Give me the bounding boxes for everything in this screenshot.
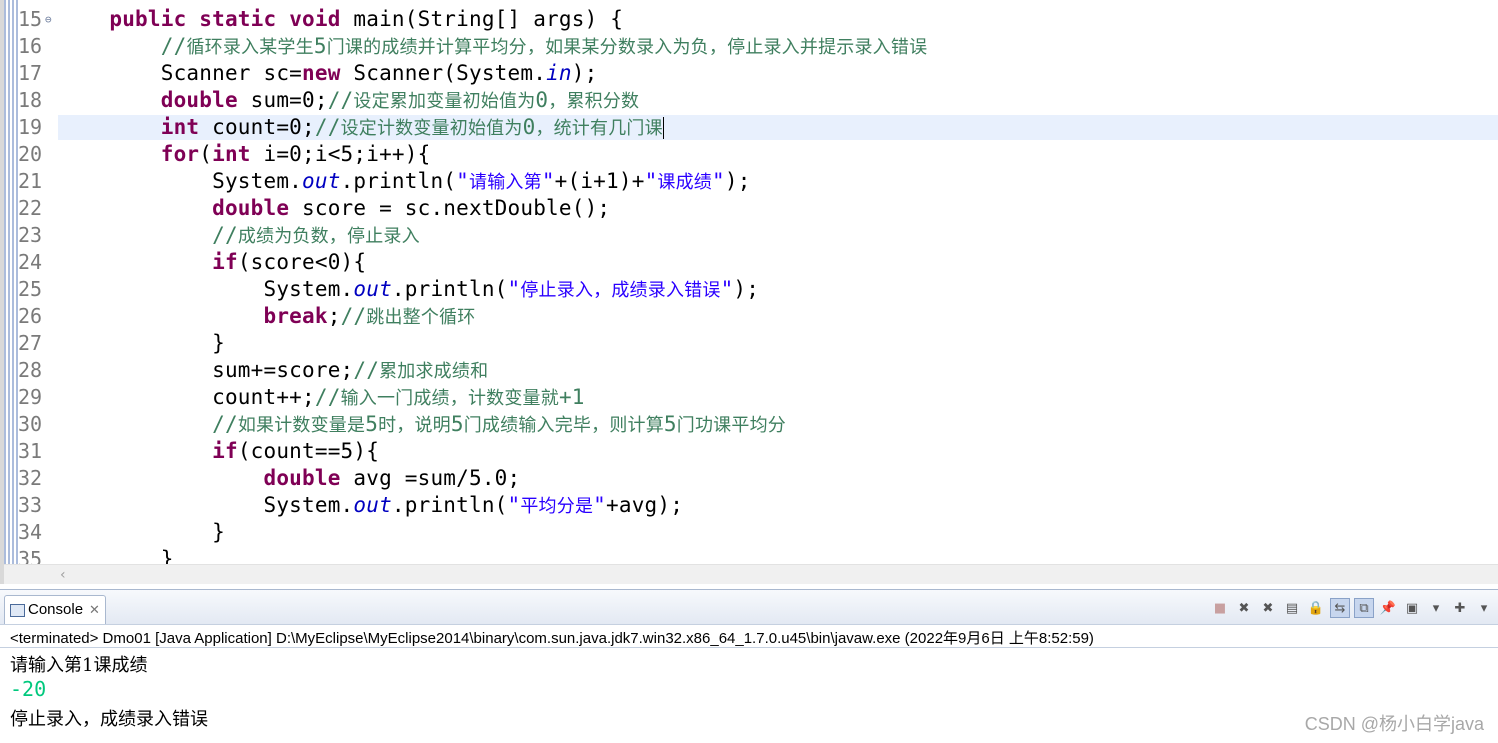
console-input-line: -20 — [10, 677, 47, 701]
line-number: 26 — [18, 304, 43, 328]
line-number: 16 — [18, 34, 43, 58]
word-wrap-icon[interactable]: ⇆ — [1330, 598, 1350, 618]
code-line-21[interactable]: 21 System.out.println("请输入第"+(i+1)+"课成绩"… — [0, 168, 1498, 195]
line-number: 22 — [18, 196, 43, 220]
line-number: 23 — [18, 223, 43, 247]
code-text: //循环录入某学生5门课的成绩并计算平均分，如果某分数录入为负，停止录入并提示录… — [160, 34, 928, 58]
code-line-30[interactable]: 30 //如果计数变量是5时，说明5门成绩输入完毕，则计算5门功课平均分 — [0, 411, 1498, 438]
code-text: count++;//输入一门成绩，计数变量就+1 — [58, 385, 585, 409]
console-tab-bar: Console ✕ ■ ✖ ✖ ▤ 🔒 ⇆ ⧉ 📌 ▣ ▾ ✚ ▾ — [0, 589, 1498, 625]
scroll-left-icon[interactable]: ‹ — [60, 565, 66, 584]
line-number: 30 — [18, 412, 43, 436]
line-number: 21 — [18, 169, 43, 193]
code-line-26[interactable]: 26 break;//跳出整个循环 — [0, 303, 1498, 330]
code-line-16[interactable]: 16 //循环录入某学生5门课的成绩并计算平均分，如果某分数录入为负，停止录入并… — [0, 33, 1498, 60]
line-number: 28 — [18, 358, 43, 382]
launch-status: <terminated> Dmo01 [Java Application] D:… — [10, 630, 1094, 647]
line-number: 17 — [18, 61, 43, 85]
scroll-lock-icon[interactable]: 🔒 — [1306, 598, 1326, 618]
console-icon — [10, 604, 25, 617]
tab-console[interactable]: Console ✕ — [4, 595, 106, 624]
console-tab-label: Console — [28, 601, 84, 618]
line-number: 27 — [18, 331, 43, 355]
line-number: 20 — [18, 142, 43, 166]
fold-icon[interactable]: ⊖ — [45, 6, 52, 33]
show-on-output-icon[interactable]: ⧉ — [1354, 598, 1374, 618]
close-icon[interactable]: ✕ — [89, 596, 100, 624]
code-text: System.out.println("停止录入，成绩录入错误"); — [58, 277, 760, 301]
divider — [0, 647, 1498, 648]
code-line-20[interactable]: 20 for(int i=0;i<5;i++){ — [0, 141, 1498, 168]
code-line-33[interactable]: 33 System.out.println("平均分是"+avg); — [0, 492, 1498, 519]
pin-console-icon[interactable]: 📌 — [1378, 598, 1398, 618]
code-text: Scanner sc=new Scanner(System.in); — [58, 61, 598, 85]
console-view: Console ✕ ■ ✖ ✖ ▤ 🔒 ⇆ ⧉ 📌 ▣ ▾ ✚ ▾ <terminated> Dmo0… — [0, 589, 1498, 743]
code-text: break;//跳出整个循环 — [263, 304, 476, 328]
line-number: 15 — [18, 7, 43, 31]
code-text: public static void main(String[] args) { — [109, 7, 624, 31]
code-line-15[interactable]: 15 ⊖ public static void main(String[] arg… — [0, 6, 1498, 33]
line-number: 18 — [18, 88, 43, 112]
code-text: //成绩为负数，停止录入 — [212, 223, 420, 247]
line-number: 19 — [18, 115, 43, 139]
code-text: System.out.println("请输入第"+(i+1)+"课成绩"); — [58, 169, 751, 193]
code-line-19[interactable]: 19 int count=0;//设定计数变量初始值为0，统计有几门课 — [0, 114, 1498, 141]
terminate-icon[interactable]: ■ — [1210, 598, 1230, 618]
code-text: sum+=score;//累加求成绩和 — [58, 358, 489, 382]
code-line-24[interactable]: 24 if(score<0){ — [0, 249, 1498, 276]
line-number: 25 — [18, 277, 43, 301]
code-line-23[interactable]: 23 //成绩为负数，停止录入 — [0, 222, 1498, 249]
remove-all-terminated-icon[interactable]: ✖ — [1258, 598, 1278, 618]
line-number: 34 — [18, 520, 43, 544]
dropdown-arrow-icon[interactable]: ▾ — [1426, 598, 1446, 618]
code-text: } — [58, 331, 225, 355]
code-text: double avg =sum/5.0; — [263, 466, 521, 490]
code-line-32[interactable]: 32 double avg =sum/5.0; — [0, 465, 1498, 492]
code-editor[interactable]: 15 ⊖ public static void main(String[] arg… — [0, 0, 1498, 584]
display-selected-console-icon[interactable]: ▣ — [1402, 598, 1422, 618]
line-number: 31 — [18, 439, 43, 463]
code-line-28[interactable]: 28 sum+=score;//累加求成绩和 — [0, 357, 1498, 384]
code-line-34[interactable]: 34 } — [0, 519, 1498, 546]
code-text: System.out.println("平均分是"+avg); — [58, 493, 684, 517]
horizontal-scrollbar[interactable]: ‹ — [4, 564, 1498, 584]
code-text: double score = sc.nextDouble(); — [212, 196, 611, 220]
code-text: int count=0;//设定计数变量初始值为0，统计有几门课 — [160, 115, 664, 139]
code-line-17[interactable]: 17 Scanner sc=new Scanner(System.in); — [0, 60, 1498, 87]
dropdown-arrow-icon[interactable]: ▾ — [1474, 598, 1494, 618]
remove-launch-icon[interactable]: ✖ — [1234, 598, 1254, 618]
line-number: 29 — [18, 385, 43, 409]
code-line-31[interactable]: 31 if(count==5){ — [0, 438, 1498, 465]
console-output-line: 停止录入，成绩录入错误 — [10, 709, 208, 730]
line-number: 24 — [18, 250, 43, 274]
clear-console-icon[interactable]: ▤ — [1282, 598, 1302, 618]
code-text: if(score<0){ — [212, 250, 367, 274]
open-console-icon[interactable]: ✚ — [1450, 598, 1470, 618]
console-output-line: 请输入第1课成绩 — [10, 655, 148, 676]
code-text: if(count==5){ — [212, 439, 380, 463]
code-line-22[interactable]: 22 double score = sc.nextDouble(); — [0, 195, 1498, 222]
code-line-25[interactable]: 25 System.out.println("停止录入，成绩录入错误"); — [0, 276, 1498, 303]
code-line-18[interactable]: 18 double sum=0;//设定累加变量初始值为0，累积分数 — [0, 87, 1498, 114]
code-text: } — [58, 520, 225, 544]
console-toolbar: ■ ✖ ✖ ▤ 🔒 ⇆ ⧉ 📌 ▣ ▾ ✚ ▾ — [1210, 598, 1494, 618]
watermark: CSDN @杨小白学java — [1304, 714, 1484, 734]
code-text: //如果计数变量是5时，说明5门成绩输入完毕，则计算5门功课平均分 — [212, 412, 786, 436]
code-text: for(int i=0;i<5;i++){ — [160, 142, 431, 166]
line-number: 33 — [18, 493, 43, 517]
code-line-29[interactable]: 29 count++;//输入一门成绩，计数变量就+1 — [0, 384, 1498, 411]
line-number: 32 — [18, 466, 43, 490]
code-line-27[interactable]: 27 } — [0, 330, 1498, 357]
code-text: double sum=0;//设定累加变量初始值为0，累积分数 — [160, 88, 640, 112]
